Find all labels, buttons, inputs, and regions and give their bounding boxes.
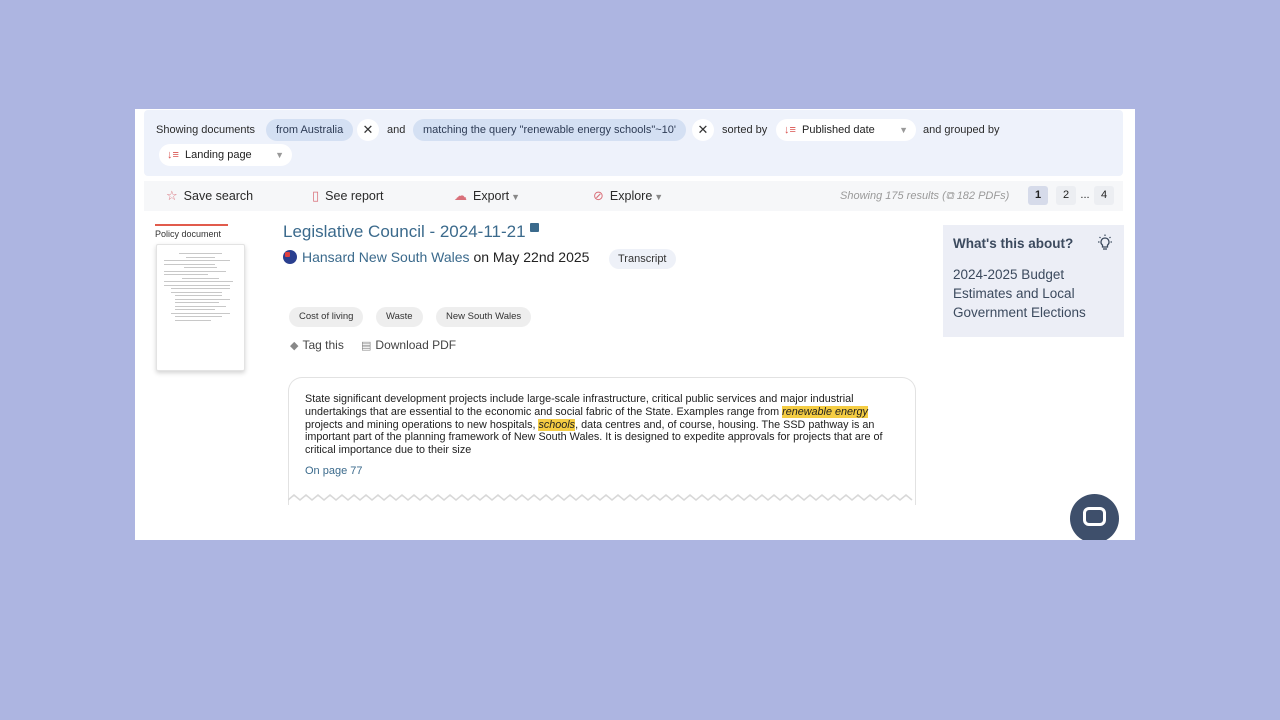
lightbulb-icon [1098,234,1112,250]
document-thumbnail[interactable] [156,244,245,371]
result-source: Hansard New South Wales on May 22nd 2025 [283,249,589,265]
about-panel: What's this about? 2024-2025 Budget Esti… [943,225,1124,337]
export-button[interactable]: ☁ Export ▼ [454,181,520,211]
tag-cost-of-living[interactable]: Cost of living [289,307,364,327]
torn-edge-decoration [288,494,913,501]
tag-this-button[interactable]: ◆ Tag this [290,338,344,352]
chat-button[interactable] [1070,494,1119,540]
tag-new-south-wales[interactable]: New South Wales [436,307,532,327]
sort-icon: ↓≡ [167,149,179,161]
explore-button[interactable]: ⊘ Explore ▼ [593,181,663,211]
group-select[interactable]: ↓≡ Landing page ▼ [159,144,292,166]
excerpt-box: State significant development projects i… [288,377,916,505]
country-filter-chip[interactable]: from Australia [266,119,354,141]
pdf-file-icon: ▤ [361,340,372,352]
highlight-term: renewable energy [782,405,868,418]
star-icon: ☆ [166,188,178,203]
save-search-button[interactable]: ☆ Save search [166,181,253,211]
source-link[interactable]: Hansard New South Wales [302,249,470,265]
page-4-button[interactable]: 4 [1094,186,1114,205]
chat-bubble-icon [1083,507,1106,526]
about-title: What's this about? [953,236,1074,251]
sorted-label: sorted by [722,124,768,136]
remove-country-filter-icon[interactable]: ✕ [357,119,379,141]
showing-label: Showing documents [156,124,256,136]
australia-flag-icon [283,250,297,264]
download-pdf-button[interactable]: ▤ Download PDF [361,338,456,352]
cloud-download-icon: ☁ [454,188,467,203]
page-2-button[interactable]: 2 [1056,186,1076,205]
chevron-down-icon: ▼ [654,192,664,202]
tag-icon: ◆ [290,340,299,352]
source-date: on May 22nd 2025 [469,249,590,265]
excerpt-text: State significant development projects i… [305,393,883,457]
main-card: Showing documents from Australia ✕ and m… [135,109,1135,540]
page-reference-link[interactable]: On page 77 [305,465,899,477]
page-1-button[interactable]: 1 [1028,186,1048,205]
about-body: 2024-2025 Budget Estimates and Local Gov… [953,267,1086,320]
doc-type-label: Policy document [155,224,228,239]
chevron-down-icon: ▼ [899,125,908,135]
see-report-button[interactable]: ▯ See report [312,181,384,211]
and-label: and [387,124,406,136]
sort-icon: ↓≡ [784,124,796,136]
page-ellipsis: ... [1080,189,1090,201]
chevron-down-icon: ▼ [275,150,284,160]
results-toolbar: ☆ Save search ▯ See report ☁ Export ▼ ⊘ Explo… [144,181,1123,211]
compass-icon: ⊘ [593,188,604,203]
group-value: Landing page [185,149,252,161]
tag-waste[interactable]: Waste [376,307,423,327]
filter-bar: Showing documents from Australia ✕ and m… [144,110,1123,176]
query-filter-chip[interactable]: matching the query "renewable energy sch… [413,119,686,141]
remove-query-filter-icon[interactable]: ✕ [692,119,714,141]
grouped-label: and grouped by [923,124,1000,136]
chevron-down-icon: ▼ [511,192,521,202]
sort-select[interactable]: ↓≡ Published date ▼ [776,119,916,141]
transcript-badge: Transcript [609,249,676,269]
sort-value: Published date [802,124,875,136]
result-title[interactable]: Legislative Council - 2024-11-21 [283,222,539,242]
results-count: Showing 175 results (⧉ 182 PDFs) [840,190,1010,202]
highlight-term: schools [538,418,576,431]
external-link-icon[interactable] [529,223,539,232]
document-icon: ▯ [312,188,320,203]
